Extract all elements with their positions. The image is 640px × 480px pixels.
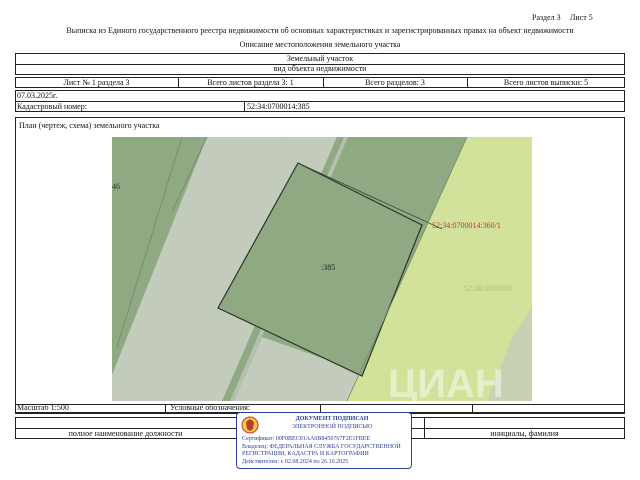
position-label: полное наименование должности <box>68 429 183 438</box>
extract-date: 07.03.2025г. <box>17 91 58 100</box>
stamp-valid: Действителен: с 02.08.2024 по 26.10.2025 <box>242 459 349 465</box>
neighbor-parcel-label: 52:34:0700014:360/1 <box>432 221 501 230</box>
stamp-owner1: Владелец: ФЕДЕРАЛЬНАЯ СЛУЖБА ГОСУДАРСТВЕ… <box>242 444 401 450</box>
document-title: Выписка из Единого государственного реес… <box>66 26 574 35</box>
section-label: Раздел 3 <box>532 13 561 22</box>
divider <box>15 101 625 102</box>
parcel-label: :385 <box>321 263 336 272</box>
parcel-map: 46 :385 52:34:0700014:360/1 52:00:000000… <box>112 137 532 401</box>
stamp-line2: ЭЛЕКТРОННОЙ ПОДПИСЬЮ <box>291 424 373 430</box>
stamp-line1: ДОКУМЕНТ ПОДПИСАН <box>295 416 369 422</box>
document-subtitle: Описание местоположения земельного участ… <box>239 40 401 49</box>
plan-title: План (чертеж, схема) земельного участка <box>19 121 160 130</box>
object-type: Земельный участок <box>286 54 354 63</box>
divider <box>165 404 166 413</box>
cadastral-number: 52:34:0700014:385 <box>247 102 310 111</box>
map-label-left: 46 <box>112 182 120 191</box>
stamp-owner2: РЕГИСТРАЦИИ, КАДАСТРА И КАРТОГРАФИИ <box>242 451 369 457</box>
divider <box>472 404 473 413</box>
cadastral-label: Кадастровый номер: <box>17 102 87 111</box>
faint-parcel-label: 52:00:0000000 <box>464 284 513 293</box>
sheet-number: Лист № 1 раздела 3 <box>63 78 130 87</box>
sheet-label: Лист 5 <box>570 13 593 22</box>
stamp-certificate: Сертификат: 00F0BEC01AA0B8450767F2E1FBEE <box>242 436 371 442</box>
e-signature-stamp: ДОКУМЕНТ ПОДПИСАН ЭЛЕКТРОННОЙ ПОДПИСЬЮ С… <box>236 412 412 469</box>
total-sheets-extract: Всего листов выписки: 5 <box>503 78 589 87</box>
name-label: инициалы, фамилия <box>490 429 559 438</box>
object-type-caption: вид объекта недвижимости <box>273 64 367 73</box>
map-scale: Масштаб 1:500 <box>17 403 69 412</box>
divider <box>244 101 245 112</box>
total-sheets-section: Всего листов раздела 3: 1 <box>207 78 294 87</box>
watermark: ЦИАН <box>388 362 504 401</box>
total-sections: Всего разделов: 3 <box>365 78 425 87</box>
